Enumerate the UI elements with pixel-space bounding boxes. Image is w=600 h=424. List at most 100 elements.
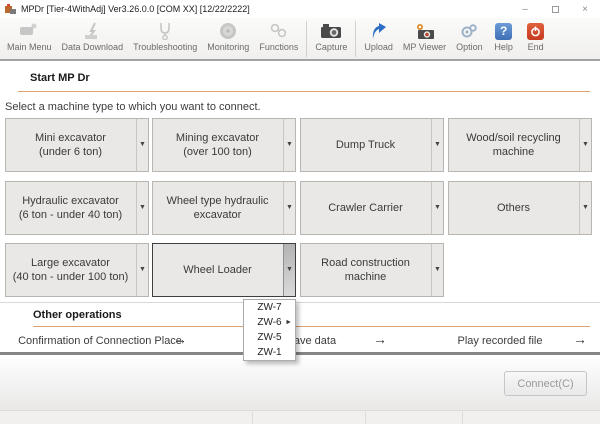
- dropdown-trigger[interactable]: ▼: [136, 119, 148, 171]
- dropdown-trigger[interactable]: ▼: [579, 182, 591, 234]
- statusbar-divider: [462, 412, 463, 424]
- end-icon: [525, 21, 547, 41]
- machine-button-label: Large excavator(40 ton - under 100 ton): [13, 256, 129, 284]
- dropdown-trigger[interactable]: ▼: [283, 244, 295, 296]
- dropdown-arrow-icon: ▼: [286, 201, 293, 215]
- help-question-glyph: ?: [495, 23, 512, 40]
- menu-item-label: ZW-7: [257, 302, 281, 313]
- option-icon: [458, 21, 480, 41]
- toolbar-label: End: [528, 42, 544, 52]
- toolbar-mp-viewer[interactable]: MP Viewer: [398, 20, 451, 58]
- arrow-right-icon: →: [573, 331, 587, 347]
- menu-item-label: ZW-6: [257, 317, 281, 328]
- op-play-recorded-file[interactable]: Play recorded file →: [400, 329, 600, 353]
- close-button[interactable]: ×: [570, 0, 600, 18]
- app-icon: [5, 4, 16, 15]
- toolbar-end[interactable]: End: [520, 20, 552, 58]
- menu-item-zw5[interactable]: ZW-5: [244, 330, 295, 345]
- machine-button-label: Hydraulic excavator(6 ton - under 40 ton…: [19, 194, 122, 222]
- toolbar: Main Menu Data Download Troubleshooting: [0, 18, 600, 61]
- dropdown-trigger[interactable]: ▼: [283, 119, 295, 171]
- machine-button-road-construction[interactable]: Road construction machine ▼: [300, 243, 444, 297]
- dropdown-arrow-icon: ▼: [286, 263, 293, 277]
- dropdown-arrow-icon: ▼: [582, 138, 589, 152]
- other-operations-heading: Other operations: [33, 309, 122, 321]
- machine-button-mini-excavator[interactable]: Mini excavator(under 6 ton) ▼: [5, 118, 149, 172]
- submenu-arrow-icon: ►: [285, 319, 292, 326]
- menu-item-zw6[interactable]: ZW-6 ►: [244, 315, 295, 330]
- dropdown-arrow-icon: ▼: [139, 201, 146, 215]
- toolbar-main-menu[interactable]: Main Menu: [2, 20, 57, 58]
- toolbar-label: MP Viewer: [403, 42, 446, 52]
- op-label: Play recorded file: [458, 335, 543, 347]
- dropdown-trigger[interactable]: ▼: [136, 244, 148, 296]
- toolbar-help[interactable]: ? Help: [488, 20, 520, 58]
- menu-item-label: ZW-1: [257, 347, 281, 358]
- machine-button-wheel-loader[interactable]: Wheel Loader ▼: [152, 243, 296, 297]
- op-play-save-data[interactable]: Play save data →: [200, 329, 400, 353]
- dropdown-trigger[interactable]: ▼: [431, 119, 443, 171]
- connect-button[interactable]: Connect(C): [504, 371, 587, 396]
- machine-button-label: Others: [497, 201, 530, 215]
- maximize-button[interactable]: [540, 0, 570, 18]
- machine-button-others[interactable]: Others ▼: [448, 181, 592, 235]
- dropdown-trigger[interactable]: ▼: [136, 182, 148, 234]
- toolbar-upload[interactable]: Upload: [359, 20, 398, 58]
- toolbar-troubleshooting[interactable]: Troubleshooting: [128, 20, 202, 58]
- machine-button-label: Mini excavator(under 6 ton): [35, 131, 106, 159]
- bottom-panel: Connect(C): [0, 358, 600, 410]
- maximize-icon: [552, 6, 559, 13]
- machine-button-wood-soil-recycling[interactable]: Wood/soil recycling machine ▼: [448, 118, 592, 172]
- window-title: MPDr [Tier-4WithAdj] Ver3.26.0.0 [COM XX…: [21, 4, 250, 14]
- machine-button-label: Dump Truck: [336, 138, 395, 152]
- toolbar-separator: [355, 21, 356, 57]
- toolbar-monitoring[interactable]: Monitoring: [202, 20, 254, 58]
- toolbar-option[interactable]: Option: [451, 20, 488, 58]
- minimize-button[interactable]: –: [510, 0, 540, 18]
- machine-button-large-excavator[interactable]: Large excavator(40 ton - under 100 ton) …: [5, 243, 149, 297]
- capture-icon: [320, 21, 342, 41]
- instruction-text: Select a machine type to which you want …: [5, 101, 261, 113]
- machine-button-crawler-carrier[interactable]: Crawler Carrier ▼: [300, 181, 444, 235]
- machine-button-hydraulic-excavator[interactable]: Hydraulic excavator(6 ton - under 40 ton…: [5, 181, 149, 235]
- dropdown-arrow-icon: ▼: [139, 263, 146, 277]
- main-menu-icon: [18, 21, 40, 41]
- toolbar-functions[interactable]: Functions: [254, 20, 303, 58]
- toolbar-label: Data Download: [62, 42, 124, 52]
- toolbar-data-download[interactable]: Data Download: [57, 20, 129, 58]
- title-bar: MPDr [Tier-4WithAdj] Ver3.26.0.0 [COM XX…: [0, 0, 600, 18]
- machine-button-wheel-type-hydraulic-excavator[interactable]: Wheel type hydraulic excavator ▼: [152, 181, 296, 235]
- dropdown-trigger[interactable]: ▼: [431, 244, 443, 296]
- help-icon: ?: [493, 21, 515, 41]
- machine-button-mining-excavator[interactable]: Mining excavator(over 100 ton) ▼: [152, 118, 296, 172]
- op-confirmation-of-connection-place[interactable]: Confirmation of Connection Place →: [0, 329, 200, 353]
- troubleshooting-icon: [154, 21, 176, 41]
- dropdown-arrow-icon: ▼: [434, 201, 441, 215]
- monitoring-icon: [217, 21, 239, 41]
- statusbar-divider: [365, 412, 366, 424]
- dropdown-arrow-icon: ▼: [582, 201, 589, 215]
- machine-button-label: Crawler Carrier: [328, 201, 403, 215]
- menu-item-zw1[interactable]: ZW-1: [244, 345, 295, 360]
- toolbar-label: Help: [494, 42, 513, 52]
- op-label: Confirmation of Connection Place: [18, 335, 182, 347]
- toolbar-separator: [306, 21, 307, 57]
- dropdown-trigger[interactable]: ▼: [431, 182, 443, 234]
- toolbar-capture[interactable]: Capture: [310, 20, 352, 58]
- dropdown-trigger[interactable]: ▼: [283, 182, 295, 234]
- statusbar-divider: [252, 412, 253, 424]
- page-title: Start MP Dr: [30, 72, 90, 84]
- toolbar-label: Capture: [315, 42, 347, 52]
- toolbar-label: Main Menu: [7, 42, 52, 52]
- dropdown-trigger[interactable]: ▼: [579, 119, 591, 171]
- data-download-icon: [81, 21, 103, 41]
- dropdown-arrow-icon: ▼: [286, 138, 293, 152]
- machine-button-label: Mining excavator(over 100 ton): [176, 131, 259, 159]
- machine-button-label: Road construction machine: [301, 256, 430, 284]
- menu-item-zw7[interactable]: ZW-7: [244, 300, 295, 315]
- mp-viewer-icon: [414, 21, 436, 41]
- machine-button-dump-truck[interactable]: Dump Truck ▼: [300, 118, 444, 172]
- toolbar-label: Monitoring: [207, 42, 249, 52]
- status-bar: [0, 410, 600, 424]
- dropdown-arrow-icon: ▼: [434, 138, 441, 152]
